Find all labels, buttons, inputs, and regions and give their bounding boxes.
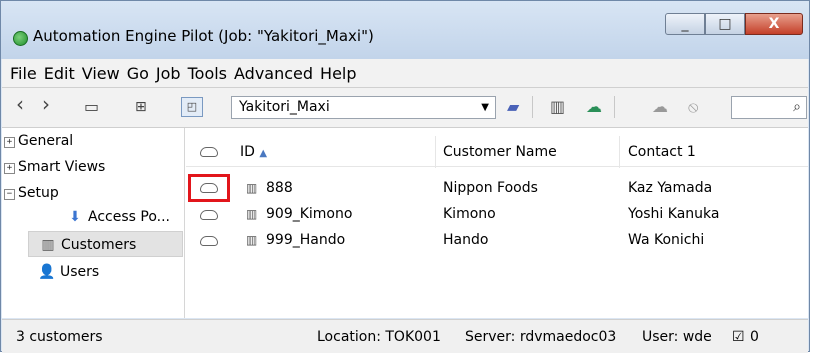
cell-customer-name: Kimono	[443, 206, 496, 222]
close-button[interactable]: X	[745, 13, 803, 35]
sync-icon[interactable]: ☁	[586, 98, 602, 116]
tree-label: Access Po...	[88, 209, 170, 225]
menu-file[interactable]: File	[10, 64, 37, 83]
customer-icon: ▥	[41, 237, 55, 253]
maximize-button[interactable]: □	[705, 13, 745, 35]
sidebar: + General + Smart Views − Setup ⬇ Access Po.…	[2, 128, 185, 318]
toolbar: ‹ › ▭ ⊞ ◰ Yakitori_Maxi ▼ ▰ ▥ ☁ ☁ ⦸ ⌕	[2, 88, 808, 128]
cloud-icon[interactable]: ☁	[652, 98, 668, 116]
menu-go[interactable]: Go	[127, 64, 149, 83]
cell-contact: Yoshi Kanuka	[628, 206, 720, 222]
menu-bar: File Edit View Go Job Tools Advanced Hel…	[2, 59, 808, 88]
sort-ascending-icon: ▲	[259, 148, 268, 159]
tree-item-customers[interactable]: ▥ Customers	[28, 231, 183, 257]
access-point-icon: ⬇	[69, 209, 81, 225]
status-user: User: wde	[642, 329, 712, 345]
window-title: Automation Engine Pilot (Job: "Yakitori_…	[33, 27, 374, 45]
back-icon[interactable]: ‹	[16, 94, 24, 114]
tree-item-smart-views[interactable]: + Smart Views	[4, 156, 105, 178]
monitor-icon[interactable]: ▭	[84, 98, 99, 116]
status-count: 3 customers	[16, 329, 103, 345]
cell-customer-name: Hando	[443, 232, 489, 248]
column-header-id[interactable]: ID ▲	[240, 142, 267, 164]
tree-label: Users	[60, 264, 100, 280]
customer-icon: ▥	[246, 181, 258, 195]
minimize-button[interactable]: _	[665, 13, 705, 35]
status-server: Server: rdvmaedoc03	[465, 329, 617, 345]
cloud-status-icon[interactable]	[200, 236, 218, 246]
column-separator	[619, 136, 620, 168]
expand-icon[interactable]: +	[4, 137, 15, 148]
customer-icon: ▥	[246, 233, 258, 247]
cloud-status-icon[interactable]	[200, 147, 218, 157]
customers-toolbar-icon[interactable]: ▥	[550, 98, 565, 116]
toolbar-separator	[532, 96, 533, 118]
cell-id-text: 888	[266, 180, 293, 196]
tree-item-general[interactable]: + General	[4, 130, 73, 152]
search-icon[interactable]: ⌕	[793, 99, 801, 115]
chevron-down-icon: ▼	[481, 102, 489, 113]
status-location: Location: TOK001	[317, 329, 441, 345]
tree-item-setup[interactable]: − Setup	[4, 182, 59, 204]
menu-edit[interactable]: Edit	[44, 64, 75, 83]
app-window: Automation Engine Pilot (Job: "Yakitori_…	[0, 0, 810, 353]
job-select[interactable]: Yakitori_Maxi ▼	[231, 96, 496, 119]
column-header-contact[interactable]: Contact 1	[628, 142, 696, 162]
tree-item-users[interactable]: 👤 Users	[38, 259, 99, 285]
header-divider	[186, 166, 808, 167]
tree-label: Customers	[61, 237, 137, 253]
collapse-icon[interactable]: −	[4, 189, 15, 200]
customer-icon: ▥	[246, 207, 258, 221]
cancel-icon[interactable]: ⦸	[688, 98, 698, 116]
menu-help[interactable]: Help	[320, 64, 356, 83]
customers-table: ID ▲ Customer Name Contact 1 ▥ 888 Nippon…	[186, 128, 808, 318]
toolbar-separator	[614, 96, 615, 118]
status-bar: 3 customers Location: TOK001 Server: rdv…	[2, 319, 808, 353]
cell-id: ▥ 909_Kimono	[246, 204, 352, 224]
window-controls: _ □ X	[665, 13, 803, 35]
column-separator	[435, 136, 436, 168]
cell-contact: Wa Konichi	[628, 232, 705, 248]
search-input[interactable]: ⌕	[731, 96, 807, 119]
main-content: + General + Smart Views − Setup ⬇ Access Po.…	[2, 128, 808, 318]
cell-contact: Kaz Yamada	[628, 180, 713, 196]
menu-advanced[interactable]: Advanced	[234, 64, 313, 83]
tree-label: Setup	[18, 185, 59, 201]
tree-item-access-point[interactable]: ⬇ Access Po...	[66, 204, 170, 230]
cell-customer-name: Nippon Foods	[443, 180, 538, 196]
cell-id-text: 999_Hando	[266, 232, 346, 248]
cloud-status-icon[interactable]	[200, 183, 218, 193]
cell-id: ▥ 888	[246, 178, 293, 198]
cloud-status-icon[interactable]	[200, 210, 218, 220]
job-select-value: Yakitori_Maxi	[239, 99, 330, 115]
tasks-icon[interactable]: ☑	[732, 329, 745, 345]
grid-icon[interactable]: ⊞	[135, 98, 147, 116]
expand-icon[interactable]: +	[4, 163, 15, 174]
menu-view[interactable]: View	[82, 64, 120, 83]
menu-job[interactable]: Job	[156, 64, 181, 83]
menu-tools[interactable]: Tools	[188, 64, 227, 83]
column-header-customer-name[interactable]: Customer Name	[443, 142, 557, 162]
cell-id-text: 909_Kimono	[266, 206, 353, 222]
tree-label: General	[18, 133, 74, 149]
tree-label: Smart Views	[18, 159, 106, 175]
panel-icon[interactable]: ◰	[181, 97, 203, 117]
status-tasks: 0	[750, 329, 759, 345]
cell-id: ▥ 999_Hando	[246, 230, 345, 250]
title-bar: Automation Engine Pilot (Job: "Yakitori_…	[1, 1, 809, 59]
new-job-icon[interactable]: ▰	[507, 98, 519, 116]
app-icon	[13, 31, 28, 46]
user-icon: 👤	[38, 264, 56, 280]
forward-icon[interactable]: ›	[42, 94, 50, 114]
header-label: ID	[240, 144, 255, 160]
